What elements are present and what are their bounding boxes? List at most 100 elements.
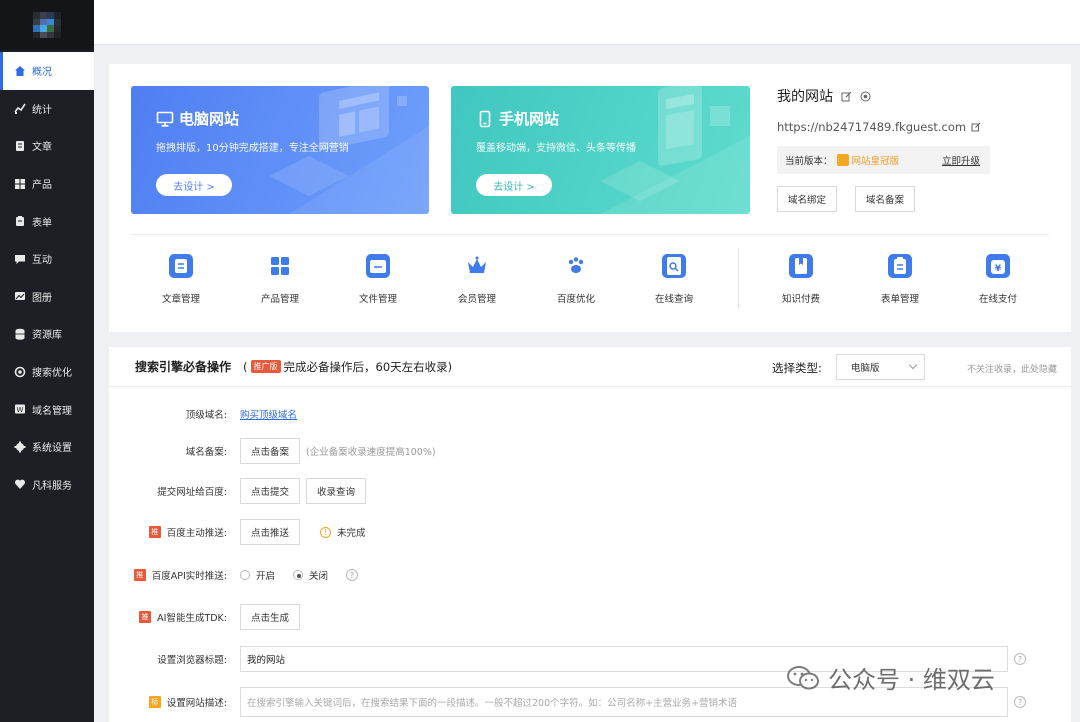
tool-item-0[interactable]: 文章管理: [141, 254, 221, 305]
wechat-icon: [787, 665, 819, 689]
top-domain-label: 顶级域名:: [185, 410, 227, 421]
chart-icon: [14, 103, 26, 115]
clipboard-icon: [888, 254, 912, 278]
api-off-radio[interactable]: [293, 570, 304, 580]
edit-icon[interactable]: [841, 91, 852, 102]
product-icon: [15, 178, 25, 189]
preview-icon[interactable]: [860, 91, 871, 102]
tool-item-2[interactable]: 文件管理: [338, 254, 418, 305]
push-button[interactable]: 点击推送: [240, 519, 301, 545]
domain-bind-button[interactable]: 域名绑定: [777, 186, 838, 212]
browser-title-label: 设置浏览器标题:: [157, 655, 227, 666]
sidebar-item-label: 统计: [32, 104, 52, 116]
sidebar-item-2[interactable]: 文章: [0, 127, 94, 165]
site-url[interactable]: https://nb24717489.fkguest.com: [777, 120, 966, 134]
sidebar-item-9[interactable]: W 域名管理: [0, 390, 94, 428]
pc-design-button[interactable]: 去设计 >: [156, 174, 232, 196]
mobile-site-banner[interactable]: 手机网站 覆盖移动端，支持微信、头条等传播 去设计 >: [451, 86, 750, 214]
external-link-icon[interactable]: [971, 122, 981, 132]
chat-icon: [15, 254, 25, 264]
mobile-site-title-text: 手机网站: [499, 110, 560, 128]
sidebar-item-8[interactable]: 搜索优化: [0, 353, 94, 391]
sidebar-item-5[interactable]: 互动: [0, 240, 94, 278]
click-record-button[interactable]: 点击备案: [240, 438, 301, 464]
mobile-site-title: 手机网站: [476, 108, 559, 129]
tool-label: 百度优化: [556, 294, 595, 305]
tool-item-6[interactable]: 知识付费: [761, 254, 841, 305]
article-icon: [16, 140, 24, 151]
tool-item-7[interactable]: 表单管理: [860, 254, 940, 305]
svg-text:¥: ¥: [995, 264, 1002, 274]
tool-label: 在线支付: [978, 294, 1017, 305]
watermark: 公众号 · 维双云: [786, 660, 995, 695]
tool-label: 知识付费: [781, 294, 820, 305]
upgrade-link[interactable]: 立即升级: [942, 153, 980, 167]
payment-icon: ¥: [986, 254, 1010, 278]
row-record: 域名备案: 点击备案 (企业备案收录速度提高100%): [109, 438, 1071, 464]
type-select-label: 选择类型:: [772, 361, 822, 375]
folder-icon: [366, 254, 390, 278]
site-name-row: 我的网站: [777, 86, 1057, 106]
index-query-button[interactable]: 收录查询: [306, 478, 367, 504]
tool-item-5[interactable]: 在线查询: [634, 254, 714, 305]
help-icon[interactable]: ?: [1014, 696, 1026, 708]
product-manage-icon: [268, 254, 292, 278]
api-on-radio[interactable]: [240, 570, 250, 580]
api-on-label[interactable]: 开启: [256, 568, 275, 582]
tool-label: 表单管理: [880, 294, 919, 305]
mobile-site-subtitle: 覆盖移动端，支持微信、头条等传播: [476, 143, 636, 154]
sidebar-item-label: 互动: [32, 255, 52, 267]
help-icon[interactable]: ?: [1014, 653, 1026, 665]
sidebar-item-3[interactable]: 产品: [0, 165, 94, 203]
warning-icon: !: [320, 526, 332, 538]
logo-icon: [33, 12, 61, 38]
sidebar-item-4[interactable]: 表单: [0, 202, 94, 240]
seo-header: 搜索引擎必备操作 ( 推广版 完成必备操作后，60天左右收录) 选择类型: 电脑…: [109, 347, 1071, 387]
seo-subtitle: ( 推广版 完成必备操作后，60天左右收录): [243, 359, 452, 375]
sidebar-item-6[interactable]: 图册: [0, 278, 94, 316]
sidebar-item-7[interactable]: 资源库: [0, 315, 94, 353]
mobile-design-button[interactable]: 去设计 >: [476, 174, 552, 196]
seo-subtitle-text: 完成必备操作后，60天左右收录): [283, 359, 453, 374]
pc-site-banner[interactable]: 电脑网站 拖拽排版，10分钟完成搭建，专注全网营销 去设计 >: [131, 86, 429, 214]
tool-item-3[interactable]: 会员管理: [437, 254, 517, 305]
sidebar-item-label: 表单: [32, 217, 52, 229]
paw-icon: [564, 254, 588, 278]
logo[interactable]: [0, 0, 94, 50]
sidebar-item-label: 概况: [32, 67, 52, 79]
submit-url-button[interactable]: 点击提交: [240, 478, 301, 504]
sidebar-item-10[interactable]: 系统设置: [0, 428, 94, 466]
overview-panel: 电脑网站 拖拽排版，10分钟完成搭建，专注全网营销 去设计 > 手机网站 覆盖移…: [109, 64, 1071, 332]
tool-item-4[interactable]: 百度优化: [536, 254, 616, 305]
site-info: 我的网站 https://nb24717489.fkguest.com 当前版本…: [777, 86, 1057, 212]
sidebar-item-label: 产品: [32, 180, 52, 192]
pc-site-subtitle: 拖拽排版，10分钟完成搭建，专注全网营销: [156, 143, 349, 154]
push-label-wrap: 推 百度主动推送:: [109, 525, 227, 539]
hide-hint[interactable]: 不关注收录，此处隐藏: [967, 362, 1057, 375]
help-icon[interactable]: ?: [346, 569, 359, 581]
api-off-label[interactable]: 关闭: [309, 568, 328, 582]
pc-site-title-text: 电脑网站: [179, 110, 240, 128]
record-note: (企业备案收录速度提高100%): [306, 447, 436, 458]
sidebar-item-0[interactable]: 概况: [0, 52, 94, 90]
sidebar-item-1[interactable]: 统计: [0, 90, 94, 128]
domain-record-button[interactable]: 域名备案: [855, 186, 916, 212]
type-select-value: 电脑版: [851, 363, 880, 374]
tool-grid: 文章管理 产品管理 文件管理 会员管理 百度优化 在线查询 知识付费 表单管理 ¥ 在线支付: [109, 254, 1071, 314]
sidebar-item-label: 文章: [32, 142, 52, 154]
buy-domain-link[interactable]: 购买顶级域名: [240, 407, 297, 421]
sidebar-item-label: 搜索优化: [32, 368, 72, 380]
seo-title: 搜索引擎必备操作: [135, 360, 232, 374]
type-select[interactable]: 电脑版: [836, 354, 925, 380]
form-icon: [16, 216, 24, 227]
sidebar-item-11[interactable]: 凡科服务: [0, 466, 94, 504]
search-doc-icon: [662, 254, 686, 278]
site-url-row: https://nb24717489.fkguest.com: [777, 120, 1057, 134]
site-name: 我的网站: [777, 89, 833, 105]
home-icon: [15, 65, 25, 76]
database-icon: [15, 328, 25, 340]
seo-icon: [14, 366, 26, 377]
tool-item-8[interactable]: ¥ 在线支付: [958, 254, 1038, 305]
generate-tdk-button[interactable]: 点击生成: [240, 604, 301, 630]
tool-item-1[interactable]: 产品管理: [240, 254, 320, 305]
